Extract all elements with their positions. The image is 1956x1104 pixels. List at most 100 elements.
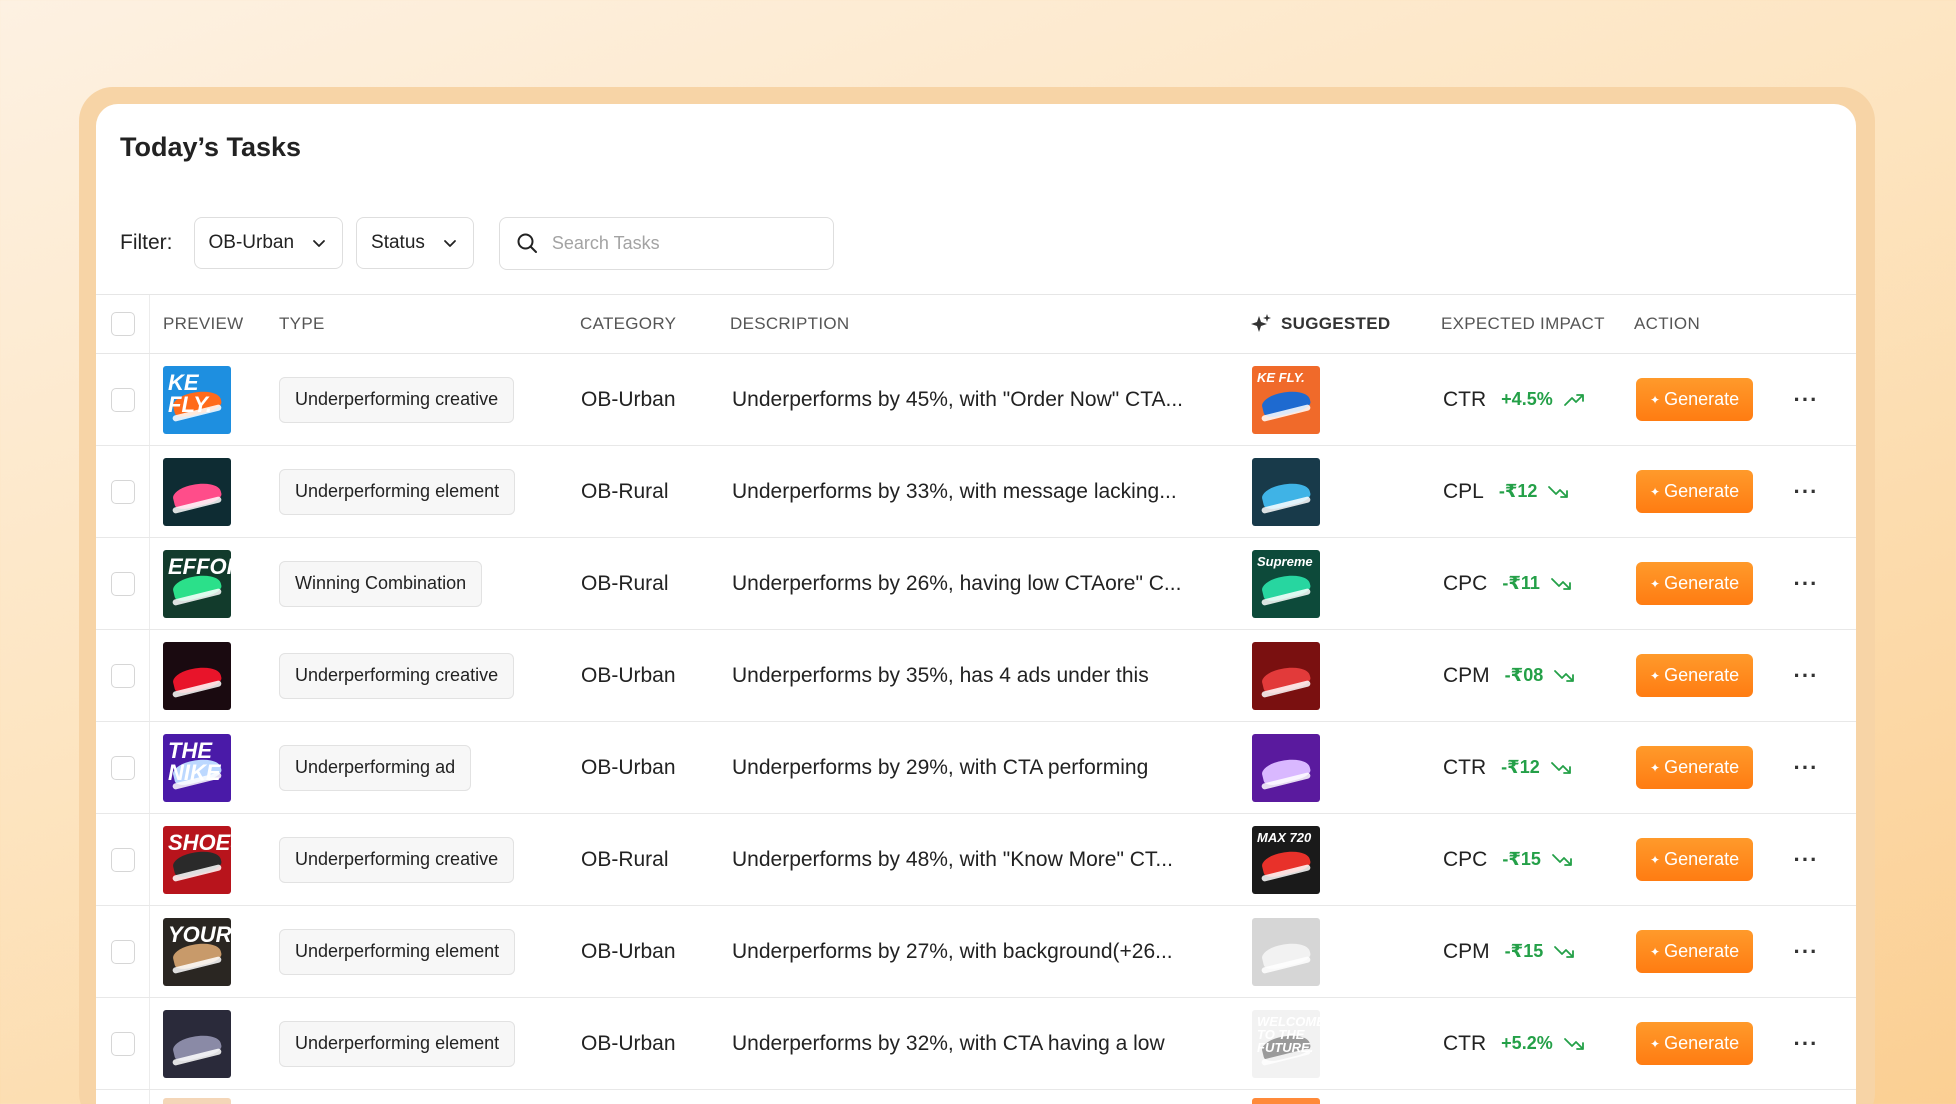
more-options-cell: ···: [1786, 814, 1826, 905]
suggested-thumbnail[interactable]: [1252, 917, 1320, 986]
preview-thumbnail[interactable]: SHOES: [163, 825, 231, 894]
table-row[interactable]: KE FLY. Underperforming creative OB-Urba…: [96, 354, 1856, 446]
search-box: [498, 216, 834, 270]
table-row[interactable]: EFFORTLESS. Winning Combination OB-Rural…: [96, 538, 1856, 630]
action-cell: ✦ Generate: [1636, 998, 1754, 1089]
description-text: Underperforms by 29%, with CTA performin…: [732, 755, 1149, 779]
row-checkbox-cell: [96, 814, 150, 905]
generate-button[interactable]: ✦ Generate: [1636, 930, 1754, 973]
preview-cell: YOURSELF: [163, 906, 231, 997]
generate-button-label: Generate: [1664, 941, 1740, 961]
page-title: Today’s Tasks: [120, 132, 302, 162]
row-checkbox-cell: [96, 446, 150, 537]
suggested-thumbnail[interactable]: [1252, 641, 1320, 710]
more-options-icon[interactable]: ···: [1794, 755, 1819, 781]
column-header-expected-impact: EXPECTED IMPACT: [1441, 314, 1605, 333]
table-row[interactable]: THE NIKE Underperforming ad OB-Urban Und…: [96, 722, 1856, 814]
action-cell: ✦ Generate: [1636, 722, 1754, 813]
category-text: OB-Rural: [581, 847, 669, 871]
generate-button[interactable]: ✦ Generate: [1636, 1022, 1754, 1065]
category-cell: OB-Urban: [581, 354, 676, 445]
more-options-icon[interactable]: ···: [1794, 571, 1819, 597]
suggested-thumbnail[interactable]: [1252, 733, 1320, 802]
trend-up-icon: [1563, 393, 1584, 406]
description-text: Underperforms by 35%, has 4 ads under th…: [732, 663, 1149, 687]
column-header-preview: PREVIEW: [163, 314, 244, 333]
row-checkbox[interactable]: [110, 755, 135, 780]
category-text: OB-Urban: [581, 1031, 676, 1055]
row-checkbox[interactable]: [110, 939, 135, 964]
generate-button-label: Generate: [1664, 1033, 1740, 1053]
row-checkbox[interactable]: [110, 847, 135, 872]
preview-thumbnail[interactable]: THE NIKE: [163, 733, 231, 802]
row-checkbox[interactable]: [110, 1031, 135, 1056]
generate-button-label: Generate: [1664, 389, 1740, 409]
suggested-cell: WELCOME TO THE FUTURE.: [1252, 998, 1320, 1089]
column-header-suggested: SUGGESTED: [1250, 295, 1390, 353]
more-options-icon[interactable]: ···: [1794, 1031, 1819, 1057]
description-cell: Underperforms by 33%, with message lacki…: [732, 446, 1177, 537]
row-checkbox-cell: [96, 630, 150, 721]
type-tag: Underperforming element: [279, 1020, 516, 1067]
row-checkbox[interactable]: [110, 387, 135, 412]
preview-thumbnail[interactable]: KE FLY.: [163, 365, 231, 434]
impact-metric: CPL: [1443, 479, 1484, 503]
preview-thumbnail-text: THE NIKE: [168, 737, 221, 785]
category-filter-dropdown[interactable]: OB-Urban: [193, 217, 344, 269]
more-options-icon[interactable]: ···: [1794, 939, 1819, 965]
category-cell: OB-Rural: [581, 538, 669, 629]
suggested-thumbnail[interactable]: [1252, 457, 1320, 526]
description-cell: Underperforms by 27%, with background(+2…: [732, 906, 1173, 997]
impact-cell: CPC -₹11: [1443, 538, 1572, 629]
table-row[interactable]: Underperforming creative OB-Urban Underp…: [96, 630, 1856, 722]
sparkle-icon: ✦: [1650, 852, 1661, 867]
search-input[interactable]: [551, 232, 802, 254]
row-checkbox[interactable]: [110, 571, 135, 596]
row-checkbox-cell: [96, 906, 150, 997]
sparkle-icon: ✦: [1650, 760, 1661, 775]
impact-cell: CPC -₹15: [1443, 814, 1573, 905]
select-all-checkbox[interactable]: [110, 312, 135, 336]
status-filter-dropdown[interactable]: Status: [356, 217, 474, 269]
generate-button[interactable]: ✦ Generate: [1636, 378, 1754, 421]
search-icon: [517, 233, 537, 253]
preview-thumbnail[interactable]: EFFORTLESS.: [163, 549, 231, 618]
suggested-thumbnail[interactable]: MAX 720: [1252, 825, 1320, 894]
description-cell: Underperforms by 35%, has 4 ads under th…: [732, 630, 1149, 721]
table-row[interactable]: Underperforming element OB-Urban Underpe…: [96, 998, 1856, 1090]
category-cell: OB-Urban: [581, 722, 676, 813]
suggested-thumbnail[interactable]: Supreme: [1252, 549, 1320, 618]
preview-thumbnail[interactable]: [163, 1009, 231, 1078]
category-text: OB-Urban: [581, 755, 676, 779]
more-options-icon[interactable]: ···: [1794, 847, 1819, 873]
sparkle-icon: ✦: [1650, 1036, 1661, 1051]
table-row[interactable]: YOURSELF Underperforming element OB-Urba…: [96, 906, 1856, 998]
suggested-thumbnail-text: KE FLY.: [1257, 369, 1305, 385]
preview-thumbnail[interactable]: YOURSELF: [163, 917, 231, 986]
generate-button[interactable]: ✦ Generate: [1636, 746, 1754, 789]
impact-metric: CTR: [1443, 387, 1487, 411]
preview-thumbnail[interactable]: [163, 641, 231, 710]
sparkle-icon: ✦: [1650, 668, 1661, 683]
generate-button[interactable]: ✦ Generate: [1636, 838, 1754, 881]
suggested-thumbnail[interactable]: WELCOME TO THE FUTURE.: [1252, 1009, 1320, 1078]
row-checkbox[interactable]: [110, 663, 135, 688]
suggested-thumbnail[interactable]: KE FLY.: [1252, 365, 1320, 434]
table-header: PREVIEW TYPE CATEGORY DESCRIPTION SUGGES…: [96, 294, 1856, 354]
table-row[interactable]: Underperforming element OB-Rural Underpe…: [96, 446, 1856, 538]
preview-cell: [163, 998, 231, 1089]
generate-button[interactable]: ✦ Generate: [1636, 562, 1754, 605]
impact-delta: +4.5%: [1501, 389, 1553, 409]
more-options-icon[interactable]: ···: [1794, 663, 1819, 689]
preview-thumbnail[interactable]: [163, 457, 231, 526]
generate-button[interactable]: ✦ Generate: [1636, 470, 1754, 513]
table-row[interactable]: SHOES Underperforming creative OB-Rural …: [96, 814, 1856, 906]
row-checkbox[interactable]: [110, 479, 135, 504]
more-options-icon[interactable]: ···: [1794, 479, 1819, 505]
description-text: Underperforms by 26%, having low CTAore"…: [732, 571, 1182, 595]
more-options-cell: ···: [1786, 630, 1826, 721]
suggested-cell: Supreme: [1252, 538, 1320, 629]
generate-button[interactable]: ✦ Generate: [1636, 654, 1754, 697]
more-options-icon[interactable]: ···: [1794, 387, 1819, 413]
row-checkbox-cell: [96, 998, 150, 1089]
